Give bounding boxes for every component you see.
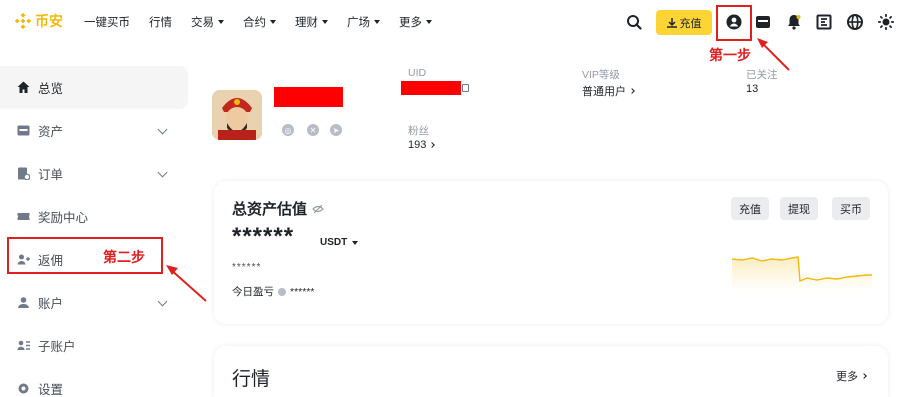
- chevron-right-icon: [429, 142, 436, 148]
- step2-label: 第二步: [103, 249, 145, 265]
- followers-label: 粉丝: [408, 125, 429, 137]
- account-icon: [16, 296, 30, 310]
- home-icon: [16, 81, 30, 95]
- order-icon: [16, 167, 30, 181]
- nav-item-more[interactable]: 更多: [399, 14, 432, 30]
- total-balance-masked: ******: [232, 223, 295, 250]
- sidebar-item-sub-account[interactable]: 子账户: [0, 324, 188, 367]
- bell-icon[interactable]: [784, 12, 804, 32]
- vip-level[interactable]: 普通用户: [582, 83, 635, 99]
- nav-item-square[interactable]: 广场: [347, 14, 380, 30]
- copy-icon[interactable]: [462, 84, 469, 92]
- chevron-down-icon: [157, 167, 168, 178]
- wallet-icon[interactable]: [753, 12, 773, 32]
- avatar-image: [212, 90, 262, 140]
- chevron-down-icon: [157, 296, 168, 307]
- chevron-right-icon: [629, 88, 635, 94]
- followers-count[interactable]: 193: [408, 139, 436, 151]
- nav-item-buy-crypto[interactable]: 一键买币: [84, 14, 130, 30]
- info-icon[interactable]: [278, 287, 286, 296]
- binance-logo-icon: [15, 13, 31, 29]
- x-social-icon[interactable]: ✕: [307, 124, 319, 136]
- sidebar-item-overview[interactable]: 总览: [0, 66, 188, 109]
- globe-icon[interactable]: [845, 12, 865, 32]
- brand-name: 币安: [35, 13, 63, 29]
- currency-selector[interactable]: USDT: [320, 237, 359, 248]
- step1-label: 第一步: [709, 47, 751, 63]
- market-more-link[interactable]: 更多: [836, 368, 867, 384]
- deposit-button[interactable]: 充值: [656, 10, 712, 35]
- sidebar-item-rewards[interactable]: 奖励中心: [0, 195, 188, 238]
- uid-redacted: [401, 81, 461, 95]
- sidebar-item-account[interactable]: 账户: [0, 281, 188, 324]
- chevron-down-icon: [218, 20, 224, 24]
- vip-label: VIP等级: [582, 69, 620, 81]
- market-card: 行情 更多: [214, 346, 888, 397]
- market-title: 行情: [232, 369, 271, 390]
- sidebar-item-orders[interactable]: 订单: [0, 152, 188, 195]
- ticket-icon: [16, 210, 30, 224]
- following-count[interactable]: 13: [746, 83, 758, 95]
- nav-item-earn[interactable]: 理财: [295, 14, 328, 30]
- binance-logo[interactable]: 币安: [15, 11, 63, 31]
- fiat-balance-masked: ******: [232, 262, 262, 273]
- chevron-down-icon: [270, 20, 276, 24]
- theme-icon[interactable]: [876, 12, 896, 32]
- asset-icon: [16, 124, 30, 138]
- nft-badge-icon[interactable]: ◎: [282, 124, 294, 136]
- sidebar-item-settings[interactable]: 设置: [0, 367, 188, 397]
- following-label: 已关注: [746, 69, 778, 81]
- chevron-down-icon: [157, 124, 168, 135]
- download-icon[interactable]: [814, 12, 834, 32]
- withdraw-button[interactable]: 提现: [780, 197, 818, 220]
- eye-off-icon[interactable]: [312, 204, 324, 214]
- download-arrow-icon: [666, 17, 677, 28]
- chevron-down-icon: [322, 20, 328, 24]
- chevron-down-icon: [352, 240, 359, 245]
- avatar[interactable]: [212, 90, 262, 140]
- chevron-down-icon: [426, 20, 432, 24]
- main-nav: 一键买币 行情 交易 合约 理财 广场 更多: [84, 0, 451, 44]
- telegram-icon[interactable]: ➤: [330, 124, 342, 136]
- nav-item-markets[interactable]: 行情: [149, 14, 172, 30]
- buy-crypto-button[interactable]: 买币: [832, 197, 870, 220]
- sidebar-item-assets[interactable]: 资产: [0, 109, 188, 152]
- username-redacted: [274, 87, 343, 107]
- sidebar: 总览 资产 订单 奖励中心 返佣 账户 子账户 设置: [0, 66, 188, 397]
- uid-label: UID: [408, 67, 427, 79]
- sub-account-icon: [16, 339, 30, 353]
- settings-icon: [16, 382, 30, 396]
- search-icon[interactable]: [624, 12, 644, 32]
- chevron-down-icon: [374, 20, 380, 24]
- top-nav: 币安 一键买币 行情 交易 合约 理财 广场 更多 充值: [0, 0, 900, 44]
- asset-card-title: 总资产估值: [232, 198, 324, 219]
- today-pnl: 今日盈亏 ******: [232, 285, 315, 299]
- step1-highlight-box: [716, 5, 752, 41]
- card-deposit-button[interactable]: 充值: [731, 197, 769, 220]
- nav-item-futures[interactable]: 合约: [243, 14, 276, 30]
- asset-estimate-card: 总资产估值 充值 提现 买币 ****** USDT ****** 今日盈亏 *…: [214, 181, 888, 324]
- chevron-right-icon: [861, 373, 867, 379]
- nav-item-trade[interactable]: 交易: [191, 14, 224, 30]
- asset-sparkline: [732, 256, 872, 291]
